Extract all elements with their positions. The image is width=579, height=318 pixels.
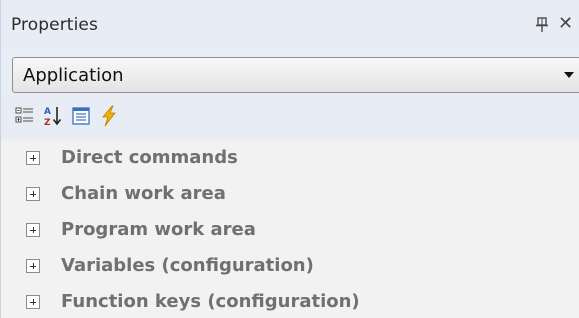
expand-icon[interactable] (26, 151, 40, 165)
alphabetical-icon: A Z (44, 107, 62, 127)
category-label: Chain work area (61, 183, 226, 204)
expand-icon[interactable] (26, 259, 40, 273)
pin-icon[interactable] (535, 17, 549, 33)
svg-text:Z: Z (44, 118, 51, 127)
panel-title: Properties (11, 15, 98, 35)
category-label: Variables (configuration) (61, 255, 314, 276)
properties-icon (72, 107, 90, 125)
category-row-direct-commands[interactable]: Direct commands (1, 140, 579, 176)
category-label: Direct commands (61, 147, 238, 168)
category-row-variables[interactable]: Variables (configuration) (1, 248, 579, 284)
category-row-function-keys[interactable]: Function keys (configuration) (1, 284, 579, 318)
categorized-icon (15, 107, 33, 123)
dropdown-selected-value: Application (23, 65, 124, 86)
category-row-chain-work-area[interactable]: Chain work area (1, 176, 579, 212)
events-button[interactable] (97, 104, 121, 128)
property-pages-button[interactable] (69, 104, 93, 128)
events-icon (102, 105, 116, 127)
chevron-down-icon[interactable] (564, 72, 574, 78)
expand-icon[interactable] (26, 187, 40, 201)
object-selector-dropdown[interactable]: Application (12, 57, 579, 93)
property-category-list: Direct commands Chain work area Program … (1, 140, 579, 318)
close-icon[interactable]: ✕ (558, 15, 573, 33)
properties-panel: Properties ✕ Application A Z Direct comm… (0, 0, 579, 318)
category-label: Program work area (61, 219, 256, 240)
category-label: Function keys (configuration) (61, 291, 360, 312)
alphabetical-button[interactable]: A Z (41, 104, 65, 128)
svg-text:A: A (44, 107, 51, 117)
expand-icon[interactable] (26, 295, 40, 309)
categorized-button[interactable] (13, 104, 37, 128)
panel-titlebar: Properties ✕ (1, 0, 579, 48)
expand-icon[interactable] (26, 223, 40, 237)
properties-toolbar: A Z (1, 96, 579, 138)
category-row-program-work-area[interactable]: Program work area (1, 212, 579, 248)
